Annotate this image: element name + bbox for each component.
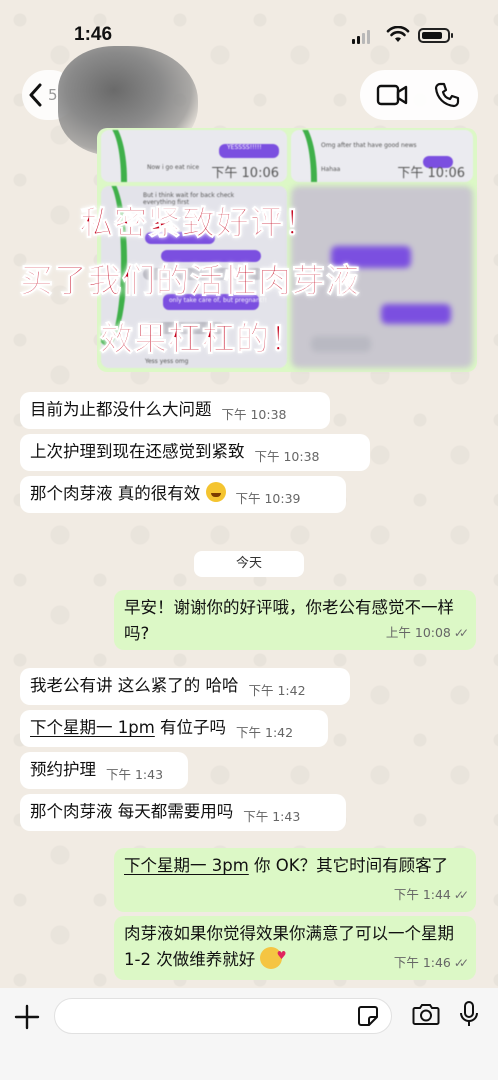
image-timestamp: 下午 10:06 xyxy=(211,166,279,181)
image-tile-2[interactable]: Omg after that have good news Hahaa 下午 1… xyxy=(291,130,473,182)
message-input[interactable] xyxy=(54,998,392,1034)
date-separator: 今天 xyxy=(194,551,304,577)
date-link[interactable]: 下个星期一 1pm xyxy=(30,718,155,737)
tile-bubble xyxy=(311,336,371,352)
tile-bubble xyxy=(381,304,451,324)
message-time: 下午 1:42 xyxy=(248,683,306,698)
image-timestamp: 下午 10:06 xyxy=(397,166,465,181)
battery-icon xyxy=(418,28,453,43)
chevron-left-icon xyxy=(29,83,42,107)
double-check-icon: ✓✓ xyxy=(453,956,469,970)
video-call-icon[interactable] xyxy=(376,82,408,108)
microphone-icon[interactable] xyxy=(458,1000,480,1028)
message-meta: 下午 1:46 ✓✓ xyxy=(393,950,469,976)
sticker-icon[interactable] xyxy=(357,1005,379,1027)
composer-bar xyxy=(0,988,498,1080)
message-incoming[interactable]: 上次护理到现在还感觉到紧致 下午 10:38 xyxy=(20,434,370,471)
message-incoming[interactable]: 预约护理 下午 1:43 xyxy=(20,752,188,789)
message-incoming[interactable]: 目前为止都没什么大问题 下午 10:38 xyxy=(20,392,330,429)
message-text: 那个肉芽液 真的很有效 xyxy=(30,484,201,503)
status-bar: 1:46 xyxy=(0,0,498,64)
unread-count: 5 xyxy=(48,86,58,104)
smiling-hearts-emoji-icon xyxy=(260,943,286,969)
tile-snippet: Hahaa xyxy=(321,166,341,173)
promo-overlay-line-3: 效果杠杠的！ xyxy=(100,319,304,359)
image-tile-1[interactable]: YESSSS!!!!! Now i go eat nice 下午 10:06 xyxy=(101,130,287,182)
tile-decoration xyxy=(291,130,317,182)
message-time: 下午 1:43 xyxy=(106,767,164,782)
date-link[interactable]: 下个星期一 3pm xyxy=(124,856,249,875)
message-time: 下午 1:43 xyxy=(243,809,301,824)
message-text: 目前为止都没什么大问题 xyxy=(30,400,212,419)
message-text: 那个肉芽液 每天都需要用吗 xyxy=(30,802,234,821)
message-meta: 上午 10:08 ✓✓ xyxy=(385,620,469,646)
phone-icon[interactable] xyxy=(434,82,460,108)
promo-overlay-line-2: 买了我们的活性肉芽液 xyxy=(20,261,360,301)
message-body: 下个星期一 3pm 你 OK？其它时间有顾客了 xyxy=(124,853,469,879)
message-time: 上午 10:08 xyxy=(385,625,451,640)
message-outgoing[interactable]: 肉芽液如果你觉得效果你满意了可以一个星期 1-2 次做维养就好 下午 1:46✓… xyxy=(114,916,476,980)
message-text: 上次护理到现在还感觉到紧致 xyxy=(30,442,245,461)
promo-overlay-line-1: 私密紧致好评！ xyxy=(80,203,318,243)
message-time: 下午 10:39 xyxy=(235,491,301,506)
tile-snippet: Omg after that have good news xyxy=(321,142,417,149)
message-meta: 下午 1:44 ✓✓ xyxy=(393,882,469,908)
message-time: 下午 10:38 xyxy=(254,449,320,464)
tile-snippet: Now i go eat nice xyxy=(147,164,200,171)
status-time: 1:46 xyxy=(74,24,113,45)
message-time: 下午 1:46 xyxy=(393,955,451,970)
message-outgoing[interactable]: 下个星期一 3pm 你 OK？其它时间有顾客了 下午 1:44 ✓✓ xyxy=(114,848,476,912)
message-outgoing[interactable]: 早安！谢谢你的好评哦，你老公有感觉不一样吗? 上午 10:08 ✓✓ xyxy=(114,590,476,650)
message-text: 有位子吗 xyxy=(154,718,227,737)
double-check-icon: ✓✓ xyxy=(453,626,469,640)
plus-icon[interactable] xyxy=(14,1004,40,1030)
cellular-signal-icon xyxy=(352,30,370,44)
joy-emoji-icon xyxy=(205,482,226,502)
tile-decoration xyxy=(101,130,127,182)
camera-icon[interactable] xyxy=(412,1002,440,1026)
message-incoming[interactable]: 下个星期一 1pm 有位子吗 下午 1:42 xyxy=(20,710,328,747)
message-text: 预约护理 xyxy=(30,760,96,779)
wifi-icon xyxy=(386,26,410,42)
message-time: 下午 10:38 xyxy=(221,407,287,422)
call-actions xyxy=(360,70,478,120)
message-text: 你 OK？其它时间有顾客了 xyxy=(248,856,449,875)
message-text: 我老公有讲 这么紧了的 哈哈 xyxy=(30,676,239,695)
message-incoming[interactable]: 那个肉芽液 真的很有效 下午 10:39 xyxy=(20,476,346,513)
double-check-icon: ✓✓ xyxy=(453,888,469,902)
message-time: 下午 1:44 xyxy=(393,887,451,902)
message-incoming[interactable]: 那个肉芽液 每天都需要用吗 下午 1:43 xyxy=(20,794,346,831)
message-time: 下午 1:42 xyxy=(236,725,294,740)
tile-snippet: YESSSS!!!!! xyxy=(227,144,262,151)
message-incoming[interactable]: 我老公有讲 这么紧了的 哈哈 下午 1:42 xyxy=(20,668,350,705)
